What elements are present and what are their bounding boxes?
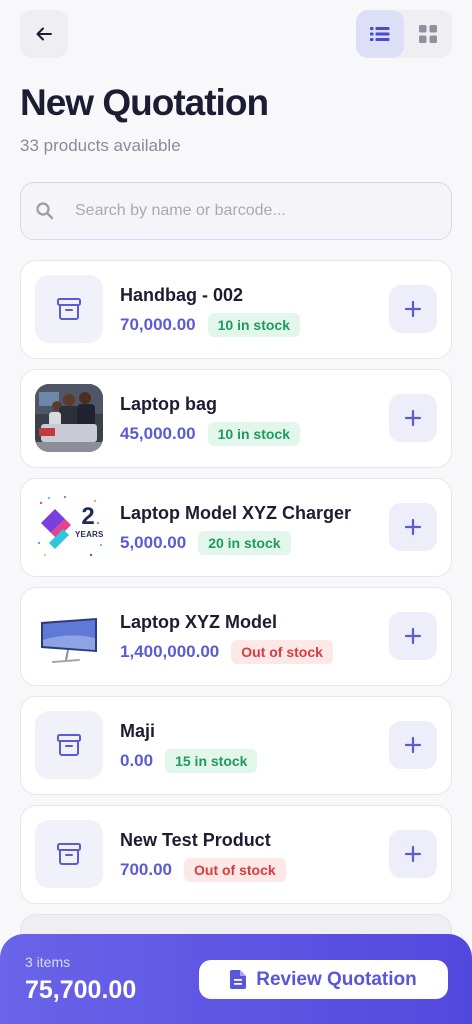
product-price: 70,000.00 (120, 315, 196, 334)
add-product-button[interactable] (389, 285, 437, 333)
product-thumbnail (35, 711, 103, 779)
grid-view-button[interactable] (404, 10, 452, 58)
list-view-button[interactable] (356, 10, 404, 58)
archive-box-icon (57, 843, 81, 865)
view-toggle (356, 10, 452, 58)
product-thumbnail: 2 YEARS (35, 493, 103, 561)
product-list: Handbag - 002 70,000.00 10 in stock Lapt… (20, 260, 452, 964)
add-product-button[interactable] (389, 721, 437, 769)
back-button[interactable] (20, 10, 68, 58)
product-name: New Test Product (120, 830, 271, 850)
add-product-button[interactable] (389, 612, 437, 660)
product-thumbnail (35, 602, 103, 670)
product-price: 5,000.00 (120, 533, 187, 552)
review-quotation-button[interactable]: Review Quotation (199, 960, 448, 999)
product-card[interactable]: Maji 0.00 15 in stock (20, 696, 452, 795)
product-name: Laptop XYZ Model (120, 612, 277, 632)
review-quotation-label: Review Quotation (256, 968, 417, 990)
product-card[interactable]: 2 YEARS Laptop Model XYZ Charger 5,000.0… (20, 478, 452, 577)
plus-icon (404, 736, 422, 754)
cart-items-count: 3 items (25, 954, 71, 970)
plus-icon (404, 518, 422, 536)
add-product-button[interactable] (389, 394, 437, 442)
plus-icon (404, 627, 422, 645)
products-count: 33 products available (20, 136, 181, 155)
product-price: 45,000.00 (120, 424, 196, 443)
stock-badge: Out of stock (231, 640, 333, 664)
product-thumbnail (35, 275, 103, 343)
search-icon (36, 202, 54, 220)
archive-box-icon (57, 734, 81, 756)
product-name: Handbag - 002 (120, 285, 244, 305)
stock-badge: 20 in stock (198, 531, 291, 555)
stock-badge: Out of stock (184, 858, 286, 882)
stock-badge: 10 in stock (207, 313, 301, 337)
quotation-summary-bar: 3 items 75,700.00 Review Quotation (0, 934, 472, 1024)
archive-box-icon (57, 298, 81, 320)
cart-total: 75,700.00 (25, 976, 137, 1004)
product-card[interactable]: Handbag - 002 70,000.00 10 in stock (20, 260, 452, 359)
add-product-button[interactable] (389, 503, 437, 551)
search-bar[interactable] (20, 182, 452, 240)
warranty-years-label: YEARS (75, 530, 103, 539)
product-card[interactable]: New Test Product 700.00 Out of stock (20, 805, 452, 904)
laptop-bag-photo (35, 384, 103, 452)
product-card[interactable]: Laptop XYZ Model 1,400,000.00 Out of sto… (20, 587, 452, 686)
product-price: 700.00 (120, 860, 172, 879)
add-product-button[interactable] (389, 830, 437, 878)
document-icon (230, 970, 247, 989)
plus-icon (404, 300, 422, 318)
product-price: 0.00 (120, 751, 154, 770)
product-card[interactable]: Laptop bag 45,000.00 10 in stock (20, 369, 452, 468)
top-bar (20, 10, 452, 58)
plus-icon (404, 845, 422, 863)
plus-icon (404, 409, 422, 427)
product-name: Laptop Model XYZ Charger (120, 503, 352, 523)
product-name: Maji (120, 721, 156, 741)
product-price: 1,400,000.00 (120, 642, 220, 661)
stock-badge: 15 in stock (165, 749, 258, 773)
product-thumbnail (35, 820, 103, 888)
product-thumbnail (35, 384, 103, 452)
search-input[interactable] (75, 202, 395, 220)
list-view-icon (370, 27, 390, 41)
monitor-photo (35, 602, 103, 670)
page-title: New Quotation (20, 82, 269, 123)
arrow-left-icon (36, 27, 52, 41)
grid-view-icon (419, 25, 437, 43)
warranty-years-number: 2 (81, 503, 95, 530)
product-name: Laptop bag (120, 394, 217, 414)
stock-badge: 10 in stock (207, 422, 301, 446)
